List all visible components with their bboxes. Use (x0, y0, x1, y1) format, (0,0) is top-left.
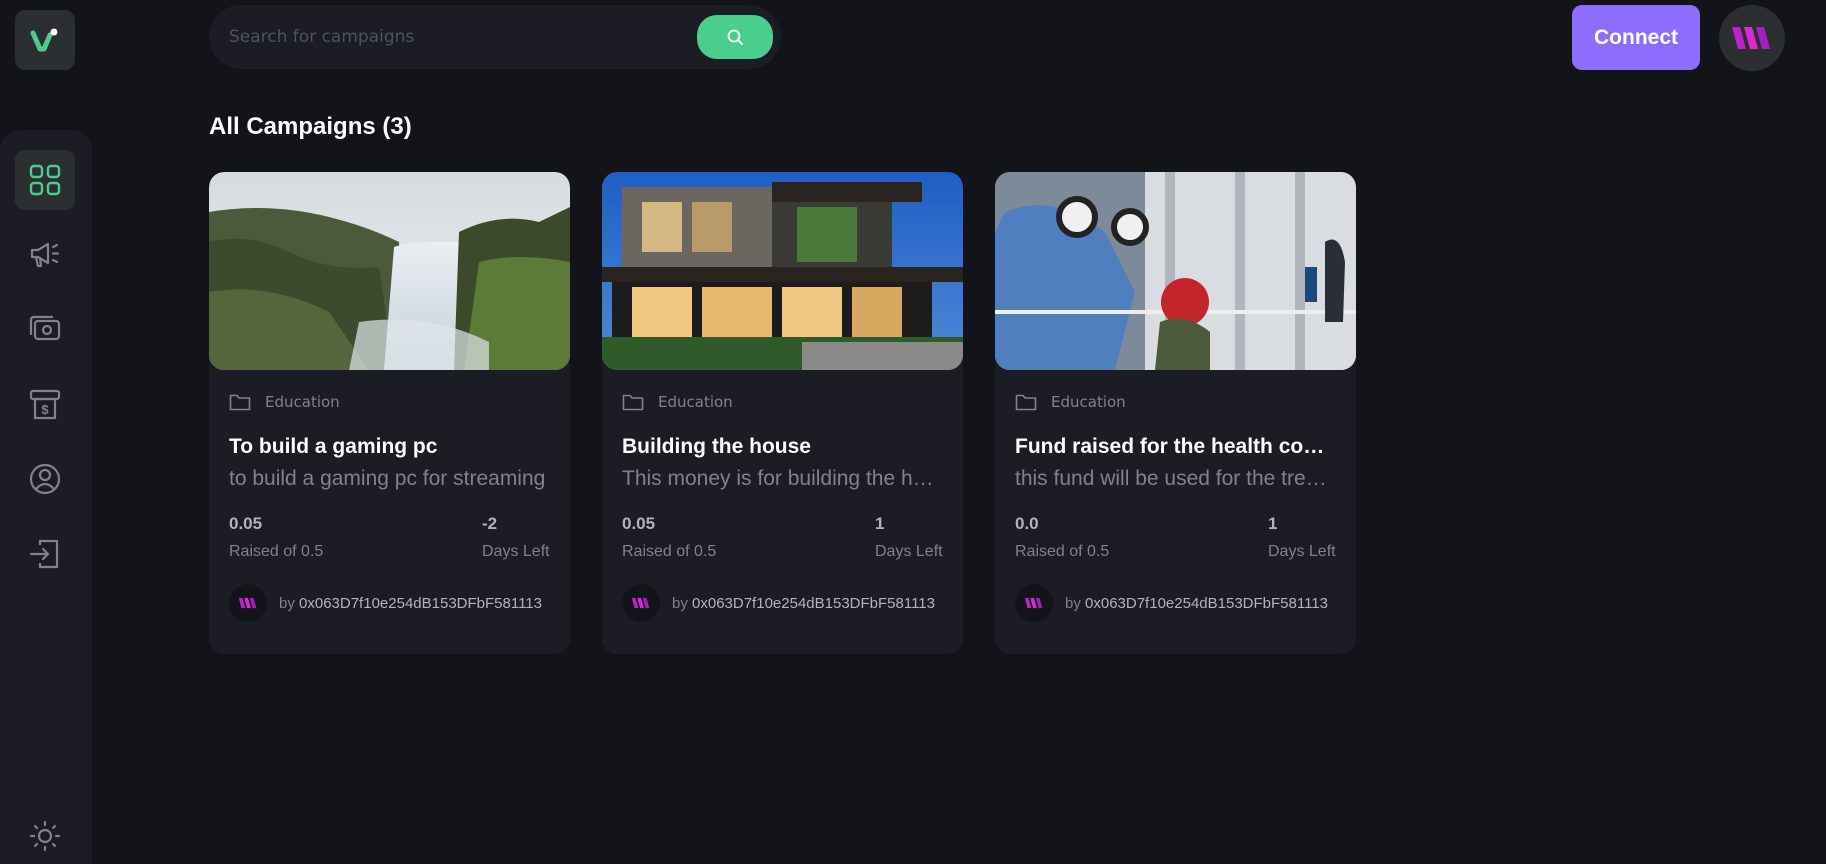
campaign-owner: by 0x063D7f10e254dB153DFbF581113 (1065, 594, 1328, 612)
campaign-owner: by 0x063D7f10e254dB153DFbF581113 (672, 594, 935, 612)
amount-raised: 0.05 (622, 514, 656, 533)
connect-button[interactable]: Connect (1572, 5, 1700, 70)
campaign-category: Education (265, 393, 340, 411)
logout-icon (29, 539, 59, 569)
campaign-card[interactable]: Education Building the house This money … (602, 172, 963, 654)
folder-icon (622, 394, 644, 411)
campaign-category: Education (658, 393, 733, 411)
amount-raised: 0.05 (229, 514, 263, 533)
sidebar-item-dashboard[interactable] (15, 150, 75, 210)
dashboard-grid-icon (29, 164, 61, 196)
campaign-description: this fund will be used for the treatment (1015, 467, 1336, 490)
raised-label: Raised of 0.5 (229, 543, 324, 560)
raised-label: Raised of 0.5 (1015, 543, 1110, 560)
search-button[interactable] (697, 15, 773, 59)
thirdweb-logo-icon (238, 597, 257, 609)
profile-icon (29, 463, 61, 495)
sun-icon (29, 820, 61, 852)
raised-label: Raised of 0.5 (622, 543, 717, 560)
campaign-card[interactable]: Education Fund raised for the health con… (995, 172, 1356, 654)
thirdweb-logo-icon (1024, 597, 1043, 609)
user-avatar[interactable] (1719, 5, 1785, 71)
sidebar-item-withdraw[interactable]: $ (15, 374, 75, 434)
theme-toggle[interactable] (15, 808, 75, 864)
owner-avatar (229, 584, 267, 622)
search-icon (727, 29, 743, 45)
search-bar (209, 5, 781, 69)
svg-text:$: $ (41, 402, 49, 417)
owner-avatar (622, 584, 660, 622)
sidebar-item-payment[interactable] (15, 299, 75, 359)
folder-icon (1015, 394, 1037, 411)
amount-raised: 0.0 (1015, 514, 1039, 533)
thirdweb-logo-icon (1732, 27, 1770, 49)
days-left-label: Days Left (482, 543, 550, 560)
megaphone-icon (30, 242, 60, 268)
thirdweb-logo-icon (631, 597, 650, 609)
days-left-value: -2 (482, 514, 498, 533)
campaign-title: Fund raised for the health concern (1015, 435, 1336, 458)
search-input[interactable] (229, 27, 697, 47)
logo-icon (30, 28, 58, 52)
campaign-category: Education (1051, 393, 1126, 411)
days-left-label: Days Left (1268, 543, 1336, 560)
campaign-owner: by 0x063D7f10e254dB153DFbF581113 (279, 594, 542, 612)
app-logo[interactable] (15, 10, 75, 70)
campaign-card[interactable]: Education To build a gaming pc to build … (209, 172, 570, 654)
sidebar-item-campaign[interactable] (15, 224, 75, 284)
owner-avatar (1015, 584, 1053, 622)
campaign-description: to build a gaming pc for streaming (229, 467, 546, 490)
days-left-value: 1 (1268, 514, 1278, 533)
payment-icon (29, 315, 61, 341)
campaign-image-waterfall (209, 172, 570, 370)
campaign-title: To build a gaming pc (229, 435, 438, 458)
folder-icon (229, 394, 251, 411)
page-title: All Campaigns (3) (209, 113, 412, 140)
campaign-description: This money is for building the house (622, 467, 943, 490)
campaign-title: Building the house (622, 435, 811, 458)
sidebar-item-profile[interactable] (15, 449, 75, 509)
withdraw-icon: $ (29, 389, 61, 420)
sidebar-item-logout[interactable] (15, 524, 75, 584)
days-left-value: 1 (875, 514, 885, 533)
campaign-image-house (602, 172, 963, 370)
campaign-image-health (995, 172, 1356, 370)
days-left-label: Days Left (875, 543, 943, 560)
